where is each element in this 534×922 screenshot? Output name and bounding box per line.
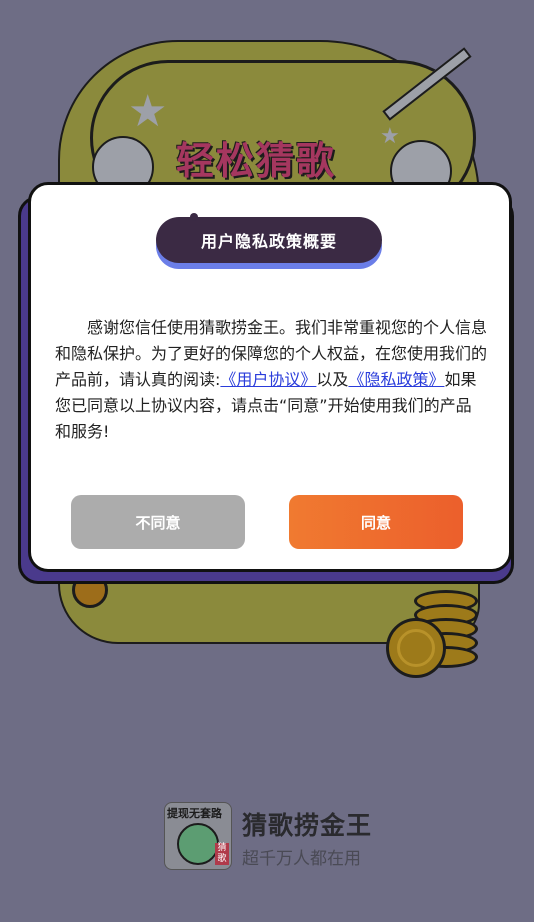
brand: 提现无套路 猜歌 猜歌捞金王 超千万人都在用 [164,802,384,870]
logo-tag: 猜歌 [215,843,229,865]
star-icon: ★ [128,86,168,137]
app-logo: 提现无套路 猜歌 [164,802,232,870]
app-name: 猜歌捞金王 [242,811,373,840]
star-icon: ★ [380,124,400,149]
user-agreement-link[interactable]: 《用户协议》 [220,370,316,389]
dialog-title-badge: 用户隐私政策概要 [156,213,382,269]
mascot-icon [177,823,219,865]
dialog-title: 用户隐私政策概要 [156,217,382,263]
coins-stack-icon [386,590,478,678]
disagree-button[interactable]: 不同意 [71,495,245,549]
logo-text: 提现无套路 [167,807,222,820]
agree-button[interactable]: 同意 [289,495,463,549]
background-title: 轻松猜歌 [176,139,337,183]
dialog-body: 感谢您信任使用猜歌捞金王。我们非常重视您的个人信息和隐私保护。为了更好的保障您的… [55,318,488,441]
app-slogan: 超千万人都在用 [242,849,361,869]
privacy-policy-link[interactable]: 《隐私政策》 [348,370,444,389]
privacy-dialog: 用户隐私政策概要 感谢您信任使用猜歌捞金王。我们非常重视您的个人信息和隐私保护。… [28,182,512,572]
